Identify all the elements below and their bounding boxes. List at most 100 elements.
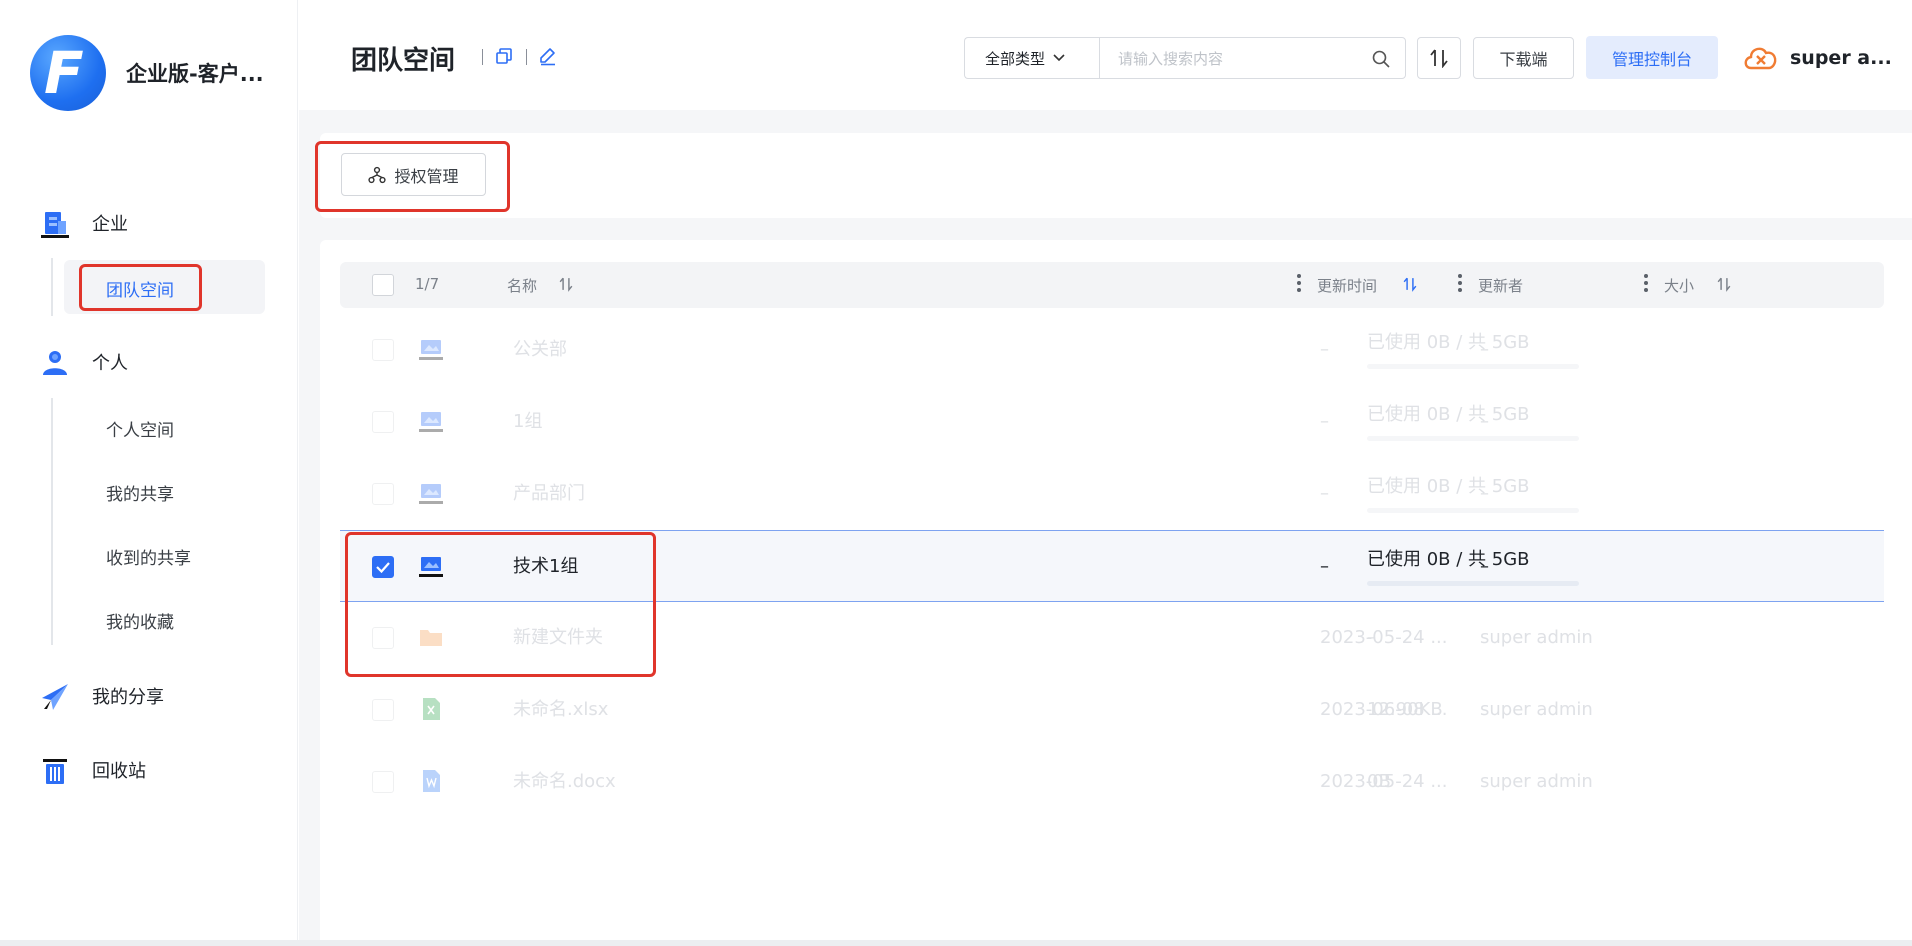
table-row[interactable]: 未命名.docx 2023-05-24 ... super admin 0B: [340, 746, 1884, 818]
nav-tree-line: [51, 258, 53, 316]
sort-icon[interactable]: [1402, 276, 1418, 292]
size-cell: 已使用 0B / 共 5GB: [1367, 332, 1530, 353]
team-space-icon: [419, 340, 443, 360]
table-row[interactable]: 产品部门 – – 已使用 0B / 共 5GB: [340, 458, 1884, 530]
table-row[interactable]: 新建文件夹 2023-05-24 ... super admin –: [340, 602, 1884, 674]
sort-icon: [1430, 49, 1448, 68]
name-cell[interactable]: 新建文件夹: [513, 602, 1213, 674]
table-row[interactable]: 未命名.xlsx 2023-06-08 ... super admin 12.90KB: [340, 674, 1884, 746]
table-row[interactable]: 公关部 – – 已使用 0B / 共 5GB: [340, 314, 1884, 386]
sidebar: F 企业版-客户... 企业 团队空间 个人 个人空间 我的共享 收到的共享 我…: [0, 0, 298, 946]
sidebar-item-team-space[interactable]: 团队空间: [64, 260, 265, 314]
building-icon: [41, 212, 69, 238]
column-resize-handle[interactable]: [1297, 274, 1301, 294]
size-cell: –: [1367, 627, 1376, 648]
nav-tree-line: [51, 398, 53, 645]
name-cell[interactable]: 未命名.docx: [513, 746, 1213, 818]
team-space-icon: [419, 484, 443, 504]
table-row[interactable]: 1组 – – 已使用 0B / 共 5GB: [340, 386, 1884, 458]
table-header: 1/7 名称 更新时间 更新者 大小: [340, 262, 1884, 308]
folder-file-icon: [420, 630, 442, 646]
size-cell: 已使用 0B / 共 5GB: [1367, 476, 1530, 497]
nav-enterprise-label: 企业: [92, 214, 128, 235]
table-row[interactable]: 技术1组 – – 已使用 0B / 共 5GB: [340, 530, 1884, 602]
sort-icon[interactable]: [1716, 276, 1732, 292]
sidebar-item-favorites[interactable]: 我的收藏: [106, 608, 174, 633]
type-filter-select[interactable]: 全部类型: [964, 37, 1099, 79]
column-resize-handle[interactable]: [1458, 274, 1462, 294]
sidebar-item-label: 团队空间: [106, 281, 174, 301]
nav-my-share[interactable]: 我的分享: [0, 676, 298, 716]
row-checkbox[interactable]: [372, 339, 394, 361]
storage-usage: 已使用 0B / 共 5GB: [1367, 404, 1579, 441]
storage-usage: 已使用 0B / 共 5GB: [1367, 549, 1579, 586]
toolbar-card: [320, 133, 1912, 218]
bottom-edge: [0, 940, 1912, 946]
usage-bar: [1367, 508, 1579, 513]
copy-icon[interactable]: [494, 46, 514, 66]
usage-bar: [1367, 436, 1579, 441]
search-icon[interactable]: [1371, 49, 1391, 69]
sort-button[interactable]: [1417, 37, 1461, 79]
usage-bar: [1367, 364, 1579, 369]
column-header-size[interactable]: 大小: [1664, 275, 1694, 296]
row-checkbox[interactable]: [372, 771, 394, 793]
size-cell: 已使用 0B / 共 5GB: [1367, 404, 1530, 425]
search-input[interactable]: [1118, 48, 1358, 70]
docx-file-icon: [423, 770, 440, 792]
name-cell[interactable]: 未命名.xlsx: [513, 674, 1213, 746]
size-cell: 0B: [1367, 771, 1391, 792]
row-checkbox[interactable]: [372, 556, 394, 578]
row-checkbox[interactable]: [372, 699, 394, 721]
name-cell[interactable]: 公关部: [513, 314, 1213, 386]
app-logo[interactable]: F: [30, 35, 106, 111]
row-checkbox[interactable]: [372, 483, 394, 505]
divider: [526, 49, 527, 65]
edit-icon[interactable]: [538, 46, 558, 66]
cloud-avatar-icon[interactable]: [1741, 40, 1781, 74]
divider: [482, 49, 483, 65]
trash-icon: [43, 759, 67, 784]
app-name: 企业版-客户...: [126, 62, 264, 86]
row-checkbox[interactable]: [372, 411, 394, 433]
column-resize-handle[interactable]: [1644, 274, 1648, 294]
usage-bar: [1367, 581, 1579, 586]
nav-my-share-label: 我的分享: [92, 687, 164, 708]
storage-usage: 已使用 0B / 共 5GB: [1367, 476, 1579, 513]
size-cell: 已使用 0B / 共 5GB: [1367, 549, 1530, 570]
checkmark-icon: [376, 562, 390, 574]
org-chart-icon: [368, 166, 387, 183]
page-title: 团队空间: [351, 46, 456, 76]
name-cell[interactable]: 1组: [513, 386, 1213, 458]
nav-personal-label: 个人: [92, 353, 128, 374]
name-cell[interactable]: 技术1组: [513, 531, 1213, 603]
select-all-checkbox[interactable]: [372, 274, 394, 296]
size-cell: 12.90KB: [1367, 699, 1443, 720]
name-cell[interactable]: 产品部门: [513, 458, 1213, 530]
nav-personal[interactable]: 个人: [0, 342, 298, 382]
sort-icon[interactable]: [558, 276, 574, 292]
sidebar-item-personal-space[interactable]: 个人空间: [106, 416, 174, 441]
column-header-name[interactable]: 名称: [507, 275, 537, 296]
column-header-updated[interactable]: 更新时间: [1317, 275, 1377, 296]
sidebar-item-my-shares[interactable]: 我的共享: [106, 480, 174, 505]
nav-recycle-bin[interactable]: 回收站: [0, 750, 298, 790]
team-space-icon: [419, 557, 443, 577]
chevron-down-icon: [1053, 54, 1065, 62]
paper-plane-icon: [42, 684, 68, 710]
search-box: [1099, 37, 1406, 79]
download-client-button[interactable]: 下载端: [1473, 37, 1574, 79]
nav-enterprise[interactable]: 企业: [0, 203, 298, 243]
selection-count: 1/7: [415, 275, 440, 293]
row-checkbox[interactable]: [372, 627, 394, 649]
authorization-manage-label: 授权管理: [394, 166, 459, 186]
admin-console-button[interactable]: 管理控制台: [1586, 36, 1718, 79]
xlsx-file-icon: [423, 698, 440, 720]
authorization-manage-button[interactable]: 授权管理: [341, 153, 486, 196]
user-name[interactable]: super a...: [1790, 47, 1892, 69]
team-space-icon: [419, 412, 443, 432]
nav-recycle-bin-label: 回收站: [92, 761, 146, 782]
type-filter-value: 全部类型: [985, 49, 1046, 68]
sidebar-item-received-shares[interactable]: 收到的共享: [106, 544, 191, 569]
column-header-updater[interactable]: 更新者: [1478, 275, 1523, 296]
